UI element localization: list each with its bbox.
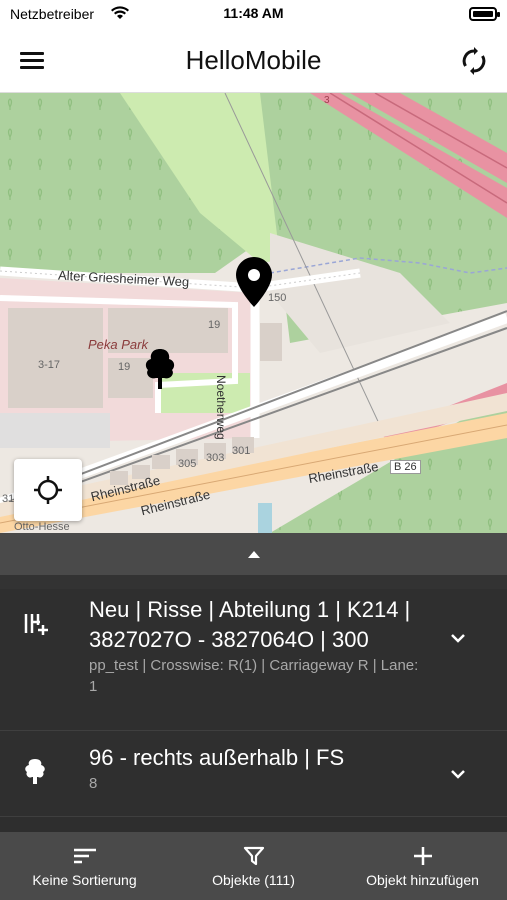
sort-icon xyxy=(73,848,96,864)
road-ref: 3 xyxy=(324,95,330,106)
app-bar: HelloMobile xyxy=(0,30,507,93)
tree-icon[interactable] xyxy=(142,347,178,391)
filter-label: Objekte (111) xyxy=(212,872,295,888)
clock: 11:48 AM xyxy=(223,5,284,21)
house-number: 301 xyxy=(232,445,251,457)
sync-icon[interactable] xyxy=(457,44,491,78)
location-pin-icon[interactable] xyxy=(235,256,273,308)
place-label: Otto-Hesse xyxy=(14,521,70,533)
plus-icon xyxy=(413,847,432,865)
tree-icon xyxy=(25,759,45,784)
item-subtitle: pp_test | Crosswise: R(1) | Carriageway … xyxy=(89,657,419,695)
item-title: Neu | Risse | Abteilung 1 | K214 | 38270… xyxy=(89,597,411,652)
add-object-button[interactable]: Objekt hinzufügen xyxy=(338,832,507,900)
chevron-up-icon xyxy=(247,551,260,558)
park-label: Peka Park xyxy=(88,337,148,352)
house-number: 31 xyxy=(2,493,15,505)
house-number: 19 xyxy=(208,319,221,331)
house-number: 303 xyxy=(206,452,225,464)
app-title: HelloMobile xyxy=(185,45,322,75)
crack-marker-icon xyxy=(24,614,48,635)
list-item[interactable]: Neu | Risse | Abteilung 1 | K214 | 38270… xyxy=(0,589,507,731)
object-list: Neu | Risse | Abteilung 1 | K214 | 38270… xyxy=(0,575,507,832)
chevron-down-icon[interactable] xyxy=(447,763,469,785)
crosshair-icon xyxy=(34,476,62,504)
bottom-toolbar: Keine Sortierung Objekte (111) Objekt hi… xyxy=(0,832,507,900)
item-title: 96 - rechts außerhalb | FS xyxy=(89,745,345,770)
status-bar: Netzbetreiber 11:48 AM xyxy=(0,0,507,30)
house-number: 19 xyxy=(118,361,131,373)
sort-label: Keine Sortierung xyxy=(32,872,137,888)
filter-icon xyxy=(243,846,264,866)
battery-icon xyxy=(469,7,500,21)
sheet-expand-handle[interactable] xyxy=(0,533,507,575)
street-label: Noetherweg xyxy=(214,375,228,440)
road-badge: B 26 xyxy=(390,460,421,474)
house-number: 3-17 xyxy=(38,359,61,371)
filter-button[interactable]: Objekte (111) xyxy=(169,832,338,900)
item-subtitle: 8 xyxy=(89,775,98,792)
list-item[interactable]: 96 - rechts außerhalb | FS 8 xyxy=(0,731,507,817)
add-object-label: Objekt hinzufügen xyxy=(366,872,479,888)
sort-button[interactable]: Keine Sortierung xyxy=(0,832,169,900)
locate-me-button[interactable] xyxy=(14,459,82,521)
house-number: 305 xyxy=(178,458,197,470)
chevron-down-icon[interactable] xyxy=(447,627,469,649)
